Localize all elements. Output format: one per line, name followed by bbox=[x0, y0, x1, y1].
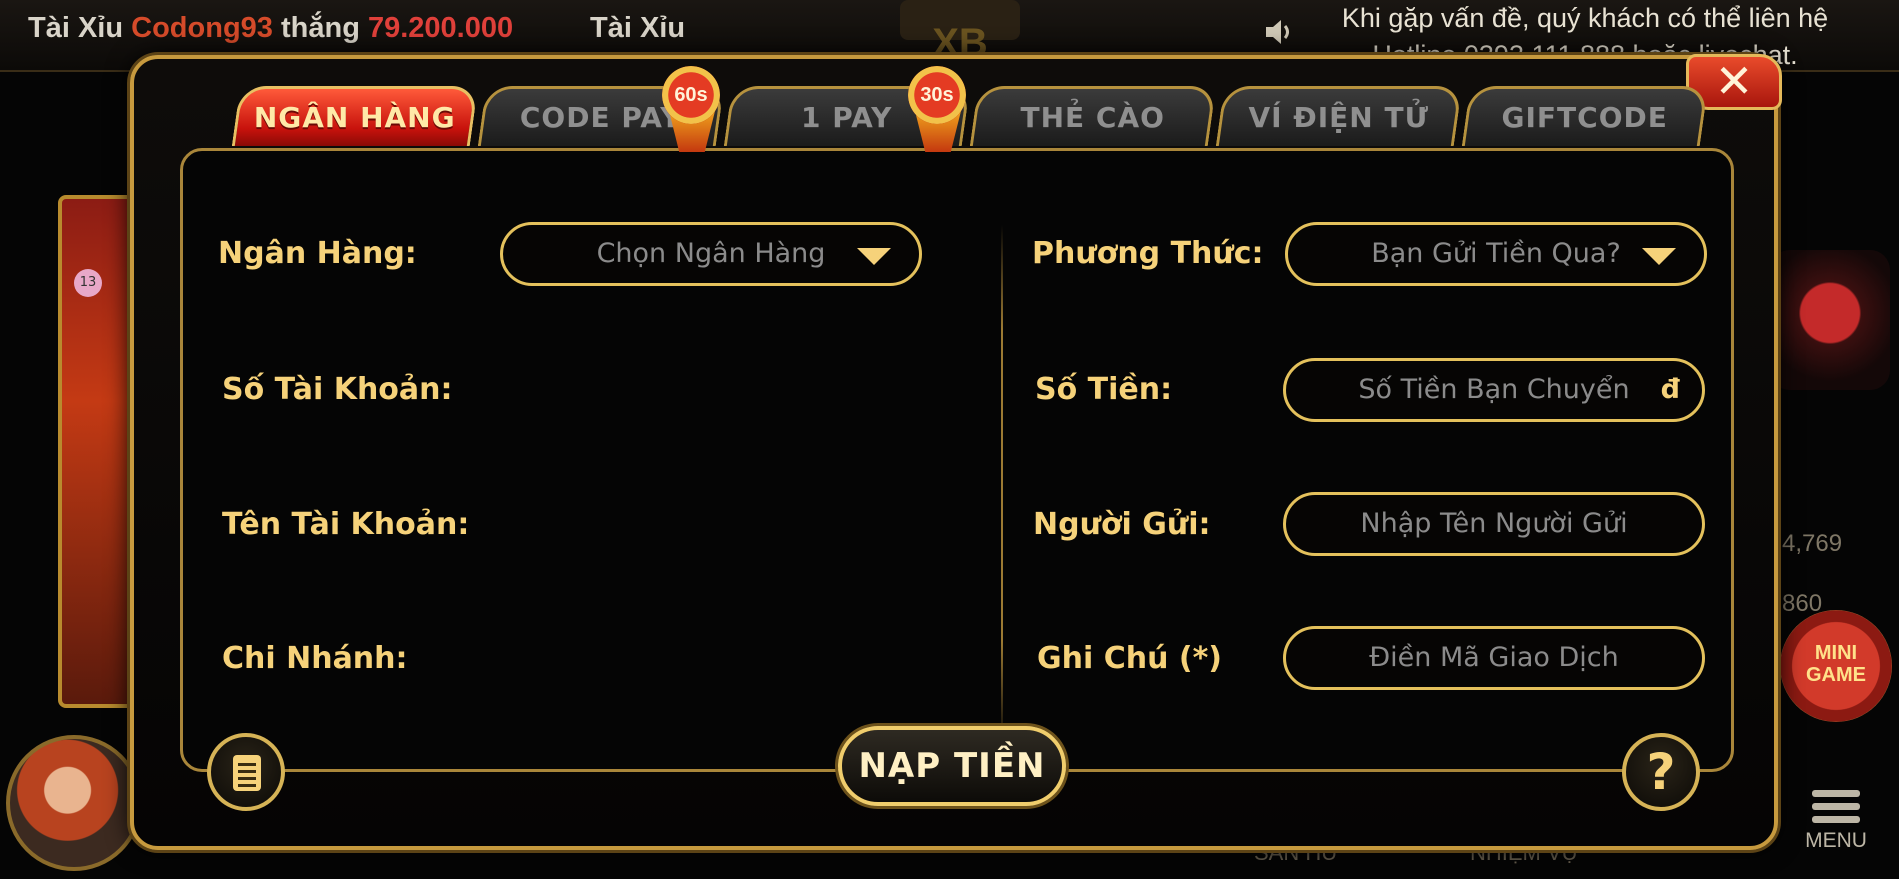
speaker-icon[interactable] bbox=[1262, 16, 1294, 48]
tab-e-wallet-label: VÍ ĐIỆN TỬ bbox=[1248, 101, 1429, 134]
one-pay-badge-text: 30s bbox=[908, 66, 966, 124]
branch-label: Chi Nhánh: bbox=[222, 641, 408, 676]
menu-button[interactable]: MENU bbox=[1800, 790, 1872, 853]
note-placeholder: Điền Mã Giao Dịch bbox=[1369, 642, 1619, 673]
lottery-ball: 13 bbox=[74, 269, 102, 297]
one-pay-time-badge: 30s bbox=[908, 66, 968, 156]
method-label: Phương Thức: bbox=[1032, 236, 1264, 271]
minigame-label-1: MINI bbox=[1814, 642, 1858, 664]
mini-game-button[interactable]: MINI GAME bbox=[1780, 610, 1892, 722]
currency-unit: đ bbox=[1660, 374, 1680, 405]
close-icon: ✕ bbox=[1714, 54, 1754, 108]
account-number-label: Số Tài Khoản: bbox=[222, 372, 453, 407]
bank-select[interactable]: Chọn Ngân Hàng bbox=[500, 222, 922, 286]
dice-game-icon[interactable] bbox=[1770, 250, 1890, 390]
tab-giftcode-label: GIFTCODE bbox=[1501, 101, 1668, 134]
amount-input[interactable]: Số Tiền Bạn Chuyển đ bbox=[1283, 358, 1705, 422]
amount-label: Số Tiền: bbox=[1035, 372, 1173, 407]
ticker-player: Codong93 bbox=[131, 12, 273, 44]
side-number-1: 4,769 bbox=[1782, 530, 1843, 557]
tab-bank-label: NGÂN HÀNG bbox=[253, 101, 456, 134]
chevron-down-icon bbox=[857, 248, 891, 265]
bank-select-value: Chọn Ngân Hàng bbox=[596, 238, 826, 269]
help-button[interactable]: ? bbox=[1622, 733, 1700, 811]
account-name-label: Tên Tài Khoản: bbox=[222, 507, 470, 542]
note-input[interactable]: Điền Mã Giao Dịch bbox=[1283, 626, 1705, 690]
list-icon bbox=[233, 755, 261, 791]
tab-scratch-card[interactable]: THẺ CÀO bbox=[969, 86, 1217, 146]
method-select[interactable]: Bạn Gửi Tiền Qua? bbox=[1285, 222, 1707, 286]
note-label: Ghi Chú (*) bbox=[1037, 641, 1222, 676]
ticker-verb: thắng bbox=[280, 12, 360, 44]
sender-label: Người Gửi: bbox=[1033, 507, 1211, 542]
panel-divider bbox=[1001, 225, 1003, 745]
tab-scratch-card-label: THẺ CÀO bbox=[1020, 101, 1165, 134]
minigame-label-2: GAME bbox=[1806, 664, 1866, 686]
menu-icon bbox=[1800, 790, 1872, 823]
menu-label: MENU bbox=[1805, 829, 1867, 852]
ticker-amount: 79.200.000 bbox=[367, 12, 514, 44]
tab-giftcode[interactable]: GIFTCODE bbox=[1461, 86, 1709, 146]
history-button[interactable] bbox=[207, 733, 285, 811]
chevron-down-icon bbox=[1642, 248, 1676, 265]
sender-input[interactable]: Nhập Tên Người Gửi bbox=[1283, 492, 1705, 556]
win-ticker: Tài Xỉu Codong93 thắng 79.200.000 bbox=[28, 12, 513, 45]
code-pay-badge-text: 60s bbox=[662, 66, 720, 124]
avatar[interactable] bbox=[6, 735, 142, 871]
ticker-next: Tài Xỉu bbox=[590, 12, 686, 44]
method-select-value: Bạn Gửi Tiền Qua? bbox=[1371, 238, 1621, 269]
ticker-game: Tài Xỉu bbox=[28, 12, 124, 44]
tab-bank[interactable]: NGÂN HÀNG bbox=[231, 86, 479, 146]
hotline-line-1: Khi gặp vấn đề, quý khách có thể liên hệ bbox=[1341, 3, 1829, 33]
code-pay-time-badge: 60s bbox=[662, 66, 722, 156]
tab-e-wallet[interactable]: VÍ ĐIỆN TỬ bbox=[1215, 86, 1463, 146]
question-icon: ? bbox=[1646, 743, 1676, 801]
deposit-submit-button[interactable]: NẠP TIỀN bbox=[838, 726, 1066, 806]
amount-placeholder: Số Tiền Bạn Chuyển bbox=[1358, 374, 1630, 405]
bank-label: Ngân Hàng: bbox=[218, 236, 417, 271]
game-logo: XB bbox=[900, 0, 1020, 60]
sender-placeholder: Nhập Tên Người Gửi bbox=[1360, 508, 1628, 539]
